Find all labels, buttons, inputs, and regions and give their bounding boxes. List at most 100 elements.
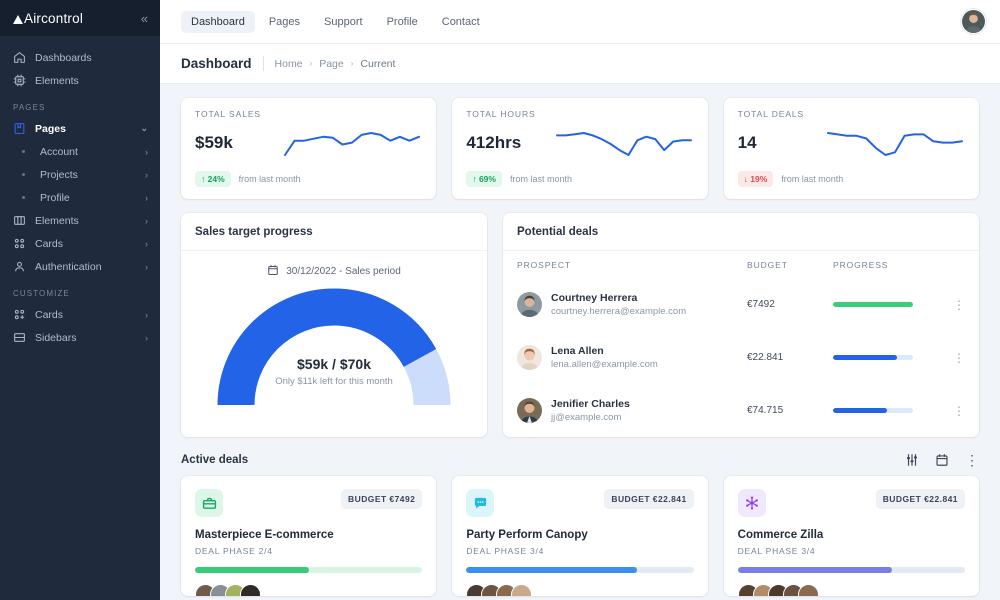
sidebar-item-sidebars[interactable]: Sidebars › [0, 326, 160, 349]
progress-bar [833, 408, 913, 413]
molecule-icon [738, 489, 766, 517]
status-badge: ↑ 69% [466, 171, 502, 187]
sidebar-item-projects[interactable]: Projects › [0, 163, 160, 186]
kebab-menu-icon[interactable]: ⋮ [943, 352, 965, 364]
gauge-subtext: Only $11k left for this month [181, 376, 487, 387]
sidebar-item-label: Elements [35, 215, 136, 227]
progress-bar [738, 567, 965, 573]
home-icon [13, 51, 26, 64]
prospect-email: courtney.herrera@example.com [551, 306, 686, 317]
tab-pages[interactable]: Pages [259, 11, 310, 33]
sidebar-item-customize-cards[interactable]: Cards › [0, 303, 160, 326]
sidebar-item-pages[interactable]: Pages ⌄ [0, 117, 160, 140]
section-title: Active deals [181, 454, 248, 466]
sidebar-nav: Dashboards Elements PAGES Pages ⌄ Accoun… [0, 36, 160, 349]
chevron-right-icon: › [145, 147, 148, 157]
kebab-menu-icon[interactable]: ⋮ [943, 299, 965, 311]
stat-card-total-deals: TOTAL DEALS 14 ↓ 19% from last month [724, 98, 979, 199]
sidebar-item-elements-sub[interactable]: Elements › [0, 209, 160, 232]
tab-support[interactable]: Support [314, 11, 373, 33]
sidebar-item-cards[interactable]: Cards › [0, 232, 160, 255]
sidebar-item-label: Authentication [35, 261, 136, 273]
member-avatars [466, 584, 693, 596]
breadcrumb-home[interactable]: Home [275, 58, 303, 70]
avatar [517, 345, 542, 370]
sidebar-item-label: Elements [35, 75, 148, 87]
stat-card-total-hours: TOTAL HOURS 412hrs ↑ 69% from last month [452, 98, 707, 199]
budget-value: €22.841 [747, 352, 833, 363]
status-badge: ↑ 24% [195, 171, 231, 187]
page-title: Dashboard [181, 56, 252, 71]
budget-value: €7492 [747, 299, 833, 310]
sparkline-chart [554, 126, 694, 160]
sidebar-item-label: Cards [35, 309, 136, 321]
prospect-email: lena.allen@example.com [551, 359, 658, 370]
chevron-right-icon: › [351, 59, 354, 68]
kebab-menu-icon[interactable]: ⋮ [943, 405, 965, 417]
calendar-icon[interactable] [935, 453, 949, 467]
sidebar-item-elements[interactable]: Elements [0, 69, 160, 92]
chevron-right-icon: › [310, 59, 313, 68]
sidebar-icon [13, 331, 26, 344]
breadcrumb: Home › Page › Current [275, 58, 396, 70]
table-row[interactable]: Lena Allen lena.allen@example.com €22.84… [503, 331, 979, 384]
tab-profile[interactable]: Profile [377, 11, 428, 33]
bullet-icon [22, 196, 25, 199]
deal-card-masterpiece-ecommerce[interactable]: BUDGET €7492 Masterpiece E-commerce DEAL… [181, 476, 436, 596]
tab-contact[interactable]: Contact [432, 11, 490, 33]
sidebar-item-account[interactable]: Account › [0, 140, 160, 163]
chevron-right-icon: › [145, 216, 148, 226]
sidebar-collapse-icon[interactable]: « [141, 12, 148, 25]
sidebar-item-dashboards[interactable]: Dashboards [0, 46, 160, 69]
deal-card-party-perform-canopy[interactable]: BUDGET €22.841 Party Perform Canopy DEAL… [452, 476, 707, 596]
sidebar-item-profile[interactable]: Profile › [0, 186, 160, 209]
prospect-name: Jenifier Charles [551, 398, 630, 410]
column-budget: BUDGET [747, 260, 833, 270]
table-row[interactable]: Jenifier Charles jj@example.com €74.715 … [503, 384, 979, 437]
stat-label: TOTAL HOURS [466, 109, 693, 119]
deal-phase: DEAL PHASE 3/4 [466, 546, 693, 556]
prospect-name: Courtney Herrera [551, 292, 686, 304]
chevron-down-icon: ⌄ [140, 123, 148, 134]
sidebar-item-label: Projects [40, 169, 136, 181]
sliders-icon[interactable] [905, 453, 919, 467]
divider [263, 56, 264, 71]
breadcrumb-bar: Dashboard Home › Page › Current [160, 44, 1000, 84]
table-row[interactable]: Courtney Herrera courtney.herrera@exampl… [503, 278, 979, 331]
sidebar-item-label: Dashboards [35, 52, 148, 64]
chevron-right-icon: › [145, 262, 148, 272]
sales-period: 30/12/2022 - Sales period [181, 264, 487, 279]
chevron-right-icon: › [145, 310, 148, 320]
kebab-menu-icon[interactable]: ⋮ [965, 453, 979, 467]
sidebar-header: Aircontrol « [0, 0, 160, 36]
stat-note: from last month [239, 174, 301, 184]
columns-icon [13, 214, 26, 227]
stat-label: TOTAL DEALS [738, 109, 965, 119]
sparkline-chart [825, 126, 965, 160]
member-avatars [738, 584, 965, 596]
deal-card-commerce-zilla[interactable]: BUDGET €22.841 Commerce Zilla DEAL PHASE… [724, 476, 979, 596]
column-prospect: PROSPECT [517, 260, 747, 270]
sidebar-item-authentication[interactable]: Authentication › [0, 255, 160, 278]
sales-target-card: Sales target progress 30/12/2022 - Sales… [181, 213, 487, 437]
tab-dashboard[interactable]: Dashboard [181, 11, 255, 33]
app-logo[interactable]: Aircontrol [13, 11, 83, 26]
logo-text: Aircontrol [24, 11, 83, 26]
avatar [517, 292, 542, 317]
breadcrumb-page[interactable]: Page [319, 58, 344, 70]
user-icon [13, 260, 26, 273]
breadcrumb-current: Current [360, 58, 395, 70]
logo-triangle-icon [13, 15, 23, 24]
chip-icon [13, 74, 26, 87]
main-area: Dashboard Pages Support Profile Contact … [160, 0, 1000, 600]
column-progress: PROGRESS [833, 260, 943, 270]
mid-row: Sales target progress 30/12/2022 - Sales… [181, 213, 979, 437]
stat-value: $59k [195, 133, 233, 153]
chevron-right-icon: › [145, 193, 148, 203]
avatar[interactable] [961, 9, 986, 34]
avatar [517, 398, 542, 423]
stat-label: TOTAL SALES [195, 109, 422, 119]
top-navbar: Dashboard Pages Support Profile Contact [160, 0, 1000, 44]
budget-value: €74.715 [747, 405, 833, 416]
sidebar-item-label: Sidebars [35, 332, 136, 344]
